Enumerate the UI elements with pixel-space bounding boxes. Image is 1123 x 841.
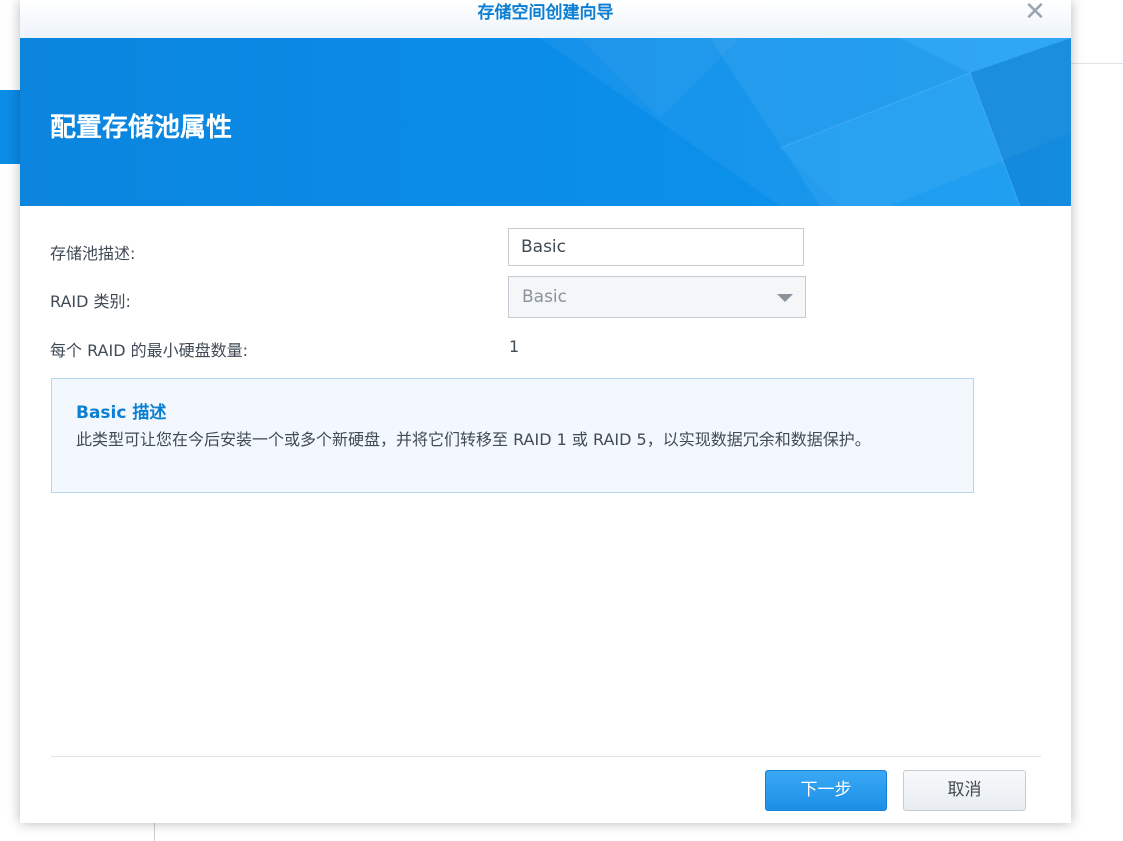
dialog-title: 存储空间创建向导 (477, 3, 614, 23)
wizard-content: 存储池描述: RAID 类别: Basic 每个 RAID 的最小硬盘数量: 1… (20, 206, 1071, 823)
wizard-banner: 配置存储池属性 (20, 38, 1071, 206)
raid-type-select[interactable]: Basic (508, 276, 806, 318)
wizard-step-title: 配置存储池属性 (50, 113, 233, 143)
info-description: 此类型可让您在今后安装一个或多个新硬盘，并将它们转移至 RAID 1 或 RAI… (76, 430, 871, 449)
footer-divider (51, 756, 1041, 757)
min-disks-label: 每个 RAID 的最小硬盘数量: (50, 341, 249, 360)
info-title: Basic 描述 (76, 403, 167, 423)
chevron-down-icon (777, 294, 793, 302)
close-icon[interactable]: ✕ (1023, 0, 1047, 25)
description-label: 存储池描述: (50, 244, 136, 263)
background-sidebar-accent (0, 90, 22, 164)
background-divider-vertical (154, 822, 155, 841)
raid-description-box: Basic 描述 此类型可让您在今后安装一个或多个新硬盘，并将它们转移至 RAI… (51, 378, 974, 493)
description-input[interactable] (508, 228, 804, 266)
dialog-titlebar: 存储空间创建向导 ✕ (20, 0, 1071, 38)
raid-type-label: RAID 类别: (50, 292, 131, 311)
next-button[interactable]: 下一步 (765, 770, 887, 811)
storage-wizard-dialog: 存储空间创建向导 ✕ 配置存储池属性 存储池描述: RAID 类别: Basic… (20, 0, 1071, 823)
min-disks-value: 1 (509, 337, 520, 356)
background-divider (1071, 63, 1123, 64)
raid-type-value: Basic (522, 287, 568, 307)
cancel-button[interactable]: 取消 (903, 770, 1026, 811)
